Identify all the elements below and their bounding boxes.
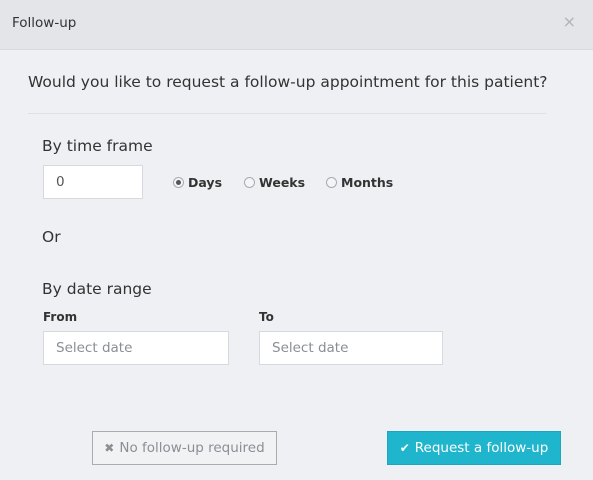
radio-months-circle[interactable]	[326, 176, 337, 188]
no-follow-up-label: No follow-up required	[119, 440, 265, 456]
time-frame-input[interactable]	[43, 165, 143, 199]
dialog-header: Follow-up ×	[0, 0, 593, 50]
to-date-input[interactable]	[259, 331, 443, 365]
radio-weeks-circle[interactable]	[244, 176, 255, 188]
divider	[28, 113, 546, 114]
radio-months[interactable]: Months	[326, 174, 393, 190]
from-label: From	[43, 310, 78, 324]
close-icon[interactable]: ×	[563, 12, 576, 32]
follow-up-question: Would you like to request a follow-up ap…	[28, 73, 548, 91]
request-follow-up-button[interactable]: ✔ Request a follow-up	[387, 431, 561, 465]
radio-days-label[interactable]: Days	[188, 175, 222, 190]
time-frame-title: By time frame	[42, 137, 153, 155]
times-icon: ✖	[104, 441, 115, 455]
radio-days[interactable]: Days	[173, 174, 222, 190]
request-follow-up-label: Request a follow-up	[414, 440, 549, 456]
follow-up-dialog: Follow-up × Would you like to request a …	[0, 0, 593, 480]
no-follow-up-button[interactable]: ✖ No follow-up required	[92, 431, 277, 465]
radio-weeks[interactable]: Weeks	[244, 174, 305, 190]
check-icon: ✔	[399, 441, 410, 455]
radio-weeks-label[interactable]: Weeks	[259, 175, 305, 190]
radio-days-circle[interactable]	[173, 176, 184, 188]
or-label: Or	[42, 228, 61, 246]
date-range-title: By date range	[42, 280, 152, 298]
from-date-input[interactable]	[43, 331, 229, 365]
to-label: To	[259, 310, 274, 324]
dialog-title: Follow-up	[12, 15, 77, 31]
radio-months-label[interactable]: Months	[341, 175, 393, 190]
